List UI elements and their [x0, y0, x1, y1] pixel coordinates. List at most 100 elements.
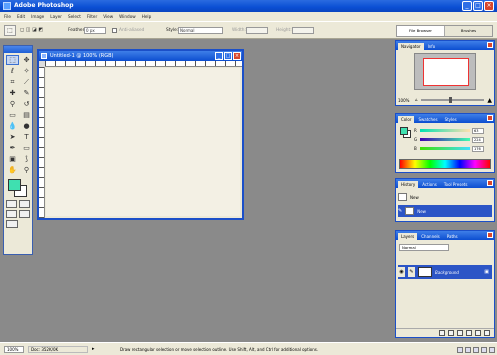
- history-brush-source-icon[interactable]: ✎: [398, 208, 402, 214]
- blend-mode-select[interactable]: Normal: [399, 244, 449, 251]
- style-select[interactable]: Normal: [178, 27, 223, 34]
- menu-image[interactable]: Image: [31, 12, 44, 21]
- menu-window[interactable]: Window: [119, 12, 136, 21]
- eyedropper-tool-icon[interactable]: ⟆: [20, 154, 33, 164]
- brush-tool-icon[interactable]: ✎: [20, 88, 33, 98]
- menu-file[interactable]: File: [4, 12, 11, 21]
- status-zoom-field[interactable]: 100%: [4, 346, 24, 353]
- menu-layer[interactable]: Layer: [50, 12, 62, 21]
- status-doc-size[interactable]: Doc: 352K/0K: [28, 346, 88, 353]
- red-slider[interactable]: [420, 129, 470, 132]
- shape-tool-icon[interactable]: ▭: [20, 143, 33, 153]
- navigator-preview[interactable]: [414, 53, 476, 90]
- navigator-zoom-knob[interactable]: [449, 97, 453, 103]
- green-slider[interactable]: [420, 138, 470, 141]
- slice-tool-icon[interactable]: ⟋: [20, 77, 33, 87]
- menu-edit[interactable]: Edit: [17, 12, 25, 21]
- doc-close-button[interactable]: ×: [233, 52, 241, 60]
- tab-tool-presets[interactable]: Tool Presets: [441, 181, 471, 188]
- tab-layers[interactable]: Layers: [398, 233, 418, 240]
- healing-brush-tool-icon[interactable]: ✚: [6, 88, 19, 98]
- navigator-zoom-value[interactable]: 100%: [398, 98, 412, 103]
- tab-channels[interactable]: Channels: [418, 233, 443, 240]
- navigator-view-box[interactable]: [423, 58, 469, 86]
- tab-actions[interactable]: Actions: [419, 181, 440, 188]
- new-layer-icon[interactable]: [475, 330, 481, 336]
- move-tool-icon[interactable]: ✥: [20, 55, 33, 65]
- layer-style-icon[interactable]: [439, 330, 445, 336]
- horizontal-ruler[interactable]: [45, 61, 242, 67]
- navigator-zoom-slider[interactable]: [420, 97, 485, 103]
- height-input[interactable]: [292, 27, 314, 34]
- quickmask-mode-icon[interactable]: [19, 200, 30, 208]
- blue-slider[interactable]: [420, 147, 470, 150]
- tool-preset-picker[interactable]: ⬚: [4, 25, 16, 36]
- tab-history[interactable]: History: [398, 181, 419, 188]
- tray-icon[interactable]: [481, 346, 487, 353]
- brushes-tab[interactable]: Brushes: [445, 26, 492, 36]
- tab-navigator[interactable]: Navigator: [398, 43, 424, 50]
- tab-swatches[interactable]: Swatches: [415, 116, 440, 123]
- blue-value[interactable]: 176: [472, 145, 484, 152]
- history-brush-tool-icon[interactable]: ↺: [20, 99, 33, 109]
- file-browser-tab[interactable]: File Browser: [397, 26, 445, 36]
- foreground-color-swatch[interactable]: [8, 179, 21, 191]
- color-spectrum-ramp[interactable]: [399, 159, 491, 169]
- brush-icon[interactable]: ✎: [408, 267, 415, 277]
- hand-tool-icon[interactable]: ✋: [6, 165, 19, 175]
- eye-icon[interactable]: ◉: [398, 267, 405, 277]
- tray-icon[interactable]: [465, 346, 471, 353]
- history-snapshot[interactable]: New: [398, 191, 492, 203]
- tray-icon[interactable]: [473, 346, 479, 353]
- magic-wand-tool-icon[interactable]: ✧: [20, 66, 33, 76]
- notes-tool-icon[interactable]: ▣: [6, 154, 19, 164]
- minimize-button[interactable]: _: [462, 1, 472, 11]
- jump-to-imageready-icon[interactable]: [6, 220, 18, 228]
- eraser-tool-icon[interactable]: ▭: [6, 110, 19, 120]
- close-button[interactable]: ×: [484, 1, 494, 11]
- document-canvas[interactable]: [46, 68, 240, 216]
- palette-close-icon[interactable]: [487, 232, 493, 238]
- new-set-icon[interactable]: [457, 330, 463, 336]
- tab-paths[interactable]: Paths: [444, 233, 461, 240]
- document-titlebar[interactable]: Untitled-1 @ 100% (RGB) _ □ ×: [39, 51, 242, 61]
- zoom-out-icon[interactable]: ▵: [415, 97, 418, 103]
- crop-tool-icon[interactable]: ⌗: [6, 77, 19, 87]
- zoom-tool-icon[interactable]: ⚲: [20, 165, 33, 175]
- width-input[interactable]: [246, 27, 268, 34]
- menu-help[interactable]: Help: [142, 12, 152, 21]
- tray-icon[interactable]: [489, 346, 495, 353]
- full-screen-icon[interactable]: [19, 210, 30, 218]
- zoom-in-icon[interactable]: ▲: [487, 97, 492, 104]
- status-menu-arrow-icon[interactable]: ▸: [92, 346, 95, 352]
- tray-icon[interactable]: [457, 346, 463, 353]
- doc-minimize-button[interactable]: _: [215, 52, 223, 60]
- menu-filter[interactable]: Filter: [87, 12, 97, 21]
- vertical-ruler[interactable]: [39, 67, 45, 218]
- marquee-tool-icon[interactable]: ⬚: [6, 55, 19, 65]
- photoshop-app-icon[interactable]: [3, 2, 11, 10]
- clone-stamp-tool-icon[interactable]: ⚲: [6, 99, 19, 109]
- menu-view[interactable]: View: [103, 12, 113, 21]
- palette-close-icon[interactable]: [487, 42, 493, 48]
- pen-tool-icon[interactable]: ✒: [6, 143, 19, 153]
- antialias-checkbox[interactable]: [112, 28, 117, 33]
- maximize-button[interactable]: □: [473, 1, 483, 11]
- type-tool-icon[interactable]: T: [20, 132, 33, 142]
- gradient-tool-icon[interactable]: ▤: [20, 110, 33, 120]
- dodge-tool-icon[interactable]: ●: [20, 121, 33, 131]
- feather-input[interactable]: 0 px: [84, 27, 106, 34]
- standard-screen-icon[interactable]: [6, 210, 17, 218]
- color-foreground-chip[interactable]: [400, 127, 408, 135]
- toolbox-header[interactable]: [4, 46, 32, 53]
- path-selection-tool-icon[interactable]: ➤: [6, 132, 19, 142]
- standard-mode-icon[interactable]: [6, 200, 17, 208]
- palette-close-icon[interactable]: [487, 115, 493, 121]
- tab-styles[interactable]: Styles: [442, 116, 460, 123]
- tab-info[interactable]: Info: [425, 43, 439, 50]
- adjustment-layer-icon[interactable]: [466, 330, 472, 336]
- layer-mask-icon[interactable]: [448, 330, 454, 336]
- layer-row[interactable]: ◉ ✎ Background ▣: [398, 265, 492, 279]
- red-value[interactable]: 63: [472, 127, 484, 134]
- trash-icon[interactable]: [484, 330, 490, 336]
